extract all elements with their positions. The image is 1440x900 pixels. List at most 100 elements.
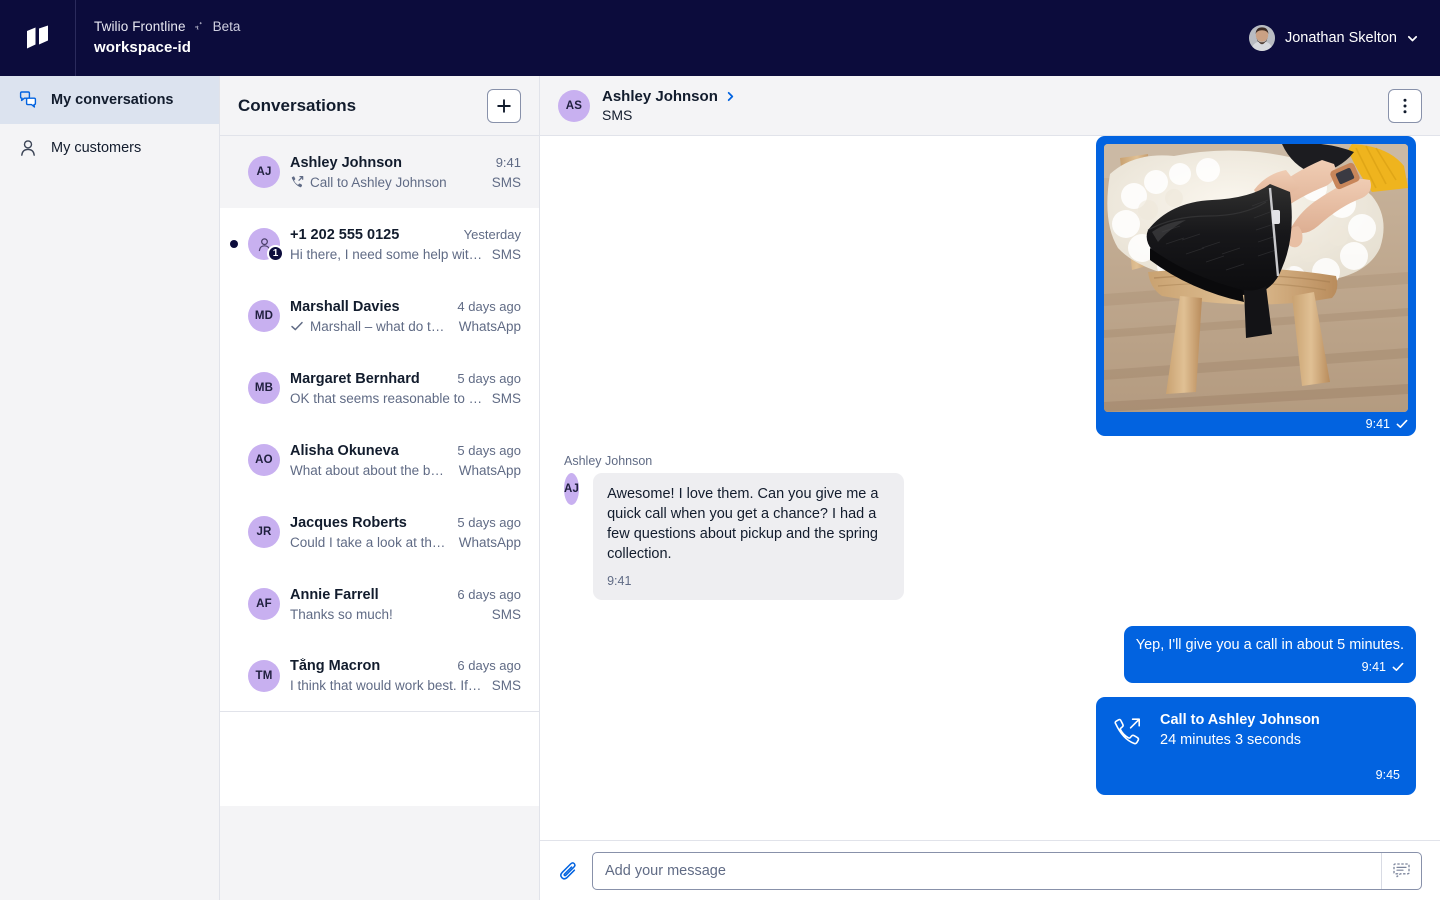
avatar-wrap: MD — [248, 300, 280, 332]
chat-header: AS Ashley Johnson SMS — [540, 76, 1440, 136]
conversation-list-item[interactable]: MB Margaret Bernhard 5 days ago OK that … — [220, 352, 539, 424]
call-summary-bubble[interactable]: Call to Ashley Johnson 24 minutes 3 seco… — [1096, 697, 1416, 795]
chat-bubbles-icon — [18, 90, 38, 110]
conversation-preview: Could I take a look at th… — [290, 535, 445, 550]
message-input[interactable] — [593, 853, 1381, 889]
outgoing-call-icon — [1112, 716, 1142, 746]
message-composer — [540, 840, 1440, 900]
avatar-initials: TM — [248, 660, 280, 692]
paperclip-icon[interactable] — [558, 860, 580, 882]
image-message-bubble[interactable]: 9:41 — [1096, 136, 1416, 436]
conversations-panel: Conversations AJ Ashley Johnso — [220, 76, 540, 900]
avatar-wrap: TM — [248, 660, 280, 692]
conversation-preview-text: Thanks so much! — [290, 607, 393, 622]
sidebar-item-label: My conversations — [51, 92, 174, 108]
brand-product-row: Twilio Frontline Beta — [94, 20, 1249, 34]
call-duration: 24 minutes 3 seconds — [1160, 730, 1320, 750]
call-title: Call to Ashley Johnson — [1160, 711, 1320, 730]
message-meta: 9:41 — [1136, 660, 1404, 677]
conversation-preview-text: Hi there, I need some help wit… — [290, 247, 482, 262]
user-menu[interactable]: Jonathan Skelton — [1249, 0, 1440, 76]
conversation-channel: SMS — [492, 607, 521, 622]
conversation-channel: WhatsApp — [459, 535, 521, 550]
avatar-initials: MD — [248, 300, 280, 332]
chat-contact-name: Ashley Johnson — [602, 88, 718, 105]
text-message-bubble[interactable]: Yep, I'll give you a call in about 5 min… — [1124, 626, 1416, 683]
conversation-list-item[interactable]: MD Marshall Davies 4 days ago — [220, 280, 539, 352]
body: My conversations My customers Conversati… — [0, 76, 1440, 900]
conversation-text: +1 202 555 0125 Yesterday Hi there, I ne… — [290, 227, 521, 262]
message-row: Ashley Johnson AJ Awesome! I love them. … — [564, 454, 1416, 600]
conversation-channel: SMS — [492, 247, 521, 262]
chevron-right-icon[interactable] — [725, 91, 736, 102]
conversation-preview: Thanks so much! — [290, 607, 393, 622]
conversation-preview: What about about the b… — [290, 463, 444, 478]
check-icon — [290, 319, 304, 333]
message-time: 9:41 — [1362, 660, 1386, 674]
chevron-down-icon — [1407, 33, 1418, 44]
avatar — [1249, 25, 1275, 51]
conversation-channel: SMS — [492, 175, 521, 190]
message-time: 9:41 — [607, 574, 631, 588]
logo-cell[interactable] — [0, 0, 76, 76]
conversation-list-item[interactable]: JR Jacques Roberts 5 days ago Could I ta… — [220, 496, 539, 568]
top-bar: Twilio Frontline Beta workspace-id — [0, 0, 1440, 76]
conversation-preview-text: Call to Ashley Johnson — [310, 175, 447, 190]
message-row: 9:41 — [564, 136, 1416, 436]
sidebar-item-my-customers[interactable]: My customers — [0, 124, 219, 172]
conversation-name: Marshall Davies — [290, 299, 400, 315]
conversation-list-item[interactable]: AO Alisha Okuneva 5 days ago What about … — [220, 424, 539, 496]
conversation-time: 5 days ago — [457, 371, 521, 386]
conversation-preview: Hi there, I need some help wit… — [290, 247, 482, 262]
conversation-list-item[interactable]: TM Tằng Macron 6 days ago I think that w… — [220, 640, 539, 712]
avatar-wrap: MB — [248, 372, 280, 404]
message-row: Call to Ashley Johnson 24 minutes 3 seco… — [564, 697, 1416, 795]
call-info: Call to Ashley Johnson 24 minutes 3 seco… — [1160, 711, 1320, 750]
conversation-time: 6 days ago — [457, 658, 521, 673]
product-name: Twilio Frontline — [94, 20, 186, 34]
conversation-preview: OK that seems reasonable to … — [290, 391, 482, 406]
frontline-app: Twilio Frontline Beta workspace-id — [0, 0, 1440, 900]
conversation-preview-text: Could I take a look at th… — [290, 535, 445, 550]
new-conversation-button[interactable] — [487, 89, 521, 123]
unread-dot — [230, 240, 238, 248]
message-sender-name: Ashley Johnson — [564, 454, 904, 468]
conversation-preview: Call to Ashley Johnson — [290, 175, 447, 190]
conversation-preview-text: I think that would work best. If… — [290, 678, 481, 693]
workspace-id: workspace-id — [94, 39, 1249, 56]
avatar-initials: AJ — [248, 156, 280, 188]
chat-header-avatar: AS — [558, 90, 590, 122]
conversation-time: 9:41 — [496, 155, 521, 170]
chat-header-left[interactable]: AS Ashley Johnson SMS — [558, 88, 736, 123]
text-message-bubble[interactable]: Awesome! I love them. Can you give me a … — [593, 473, 904, 600]
conversations-empty-space — [220, 806, 539, 900]
person-icon — [18, 138, 38, 158]
outgoing-call-icon — [290, 175, 304, 189]
conversation-text: Ashley Johnson 9:41 — [290, 155, 521, 190]
conversation-list-item[interactable]: AF Annie Farrell 6 days ago Thanks so mu… — [220, 568, 539, 640]
message-time: 9:45 — [1376, 768, 1400, 782]
avatar-wrap: AJ — [248, 156, 280, 188]
sidebar-item-my-conversations[interactable]: My conversations — [0, 76, 219, 124]
conversation-time: 5 days ago — [457, 515, 521, 530]
conversation-list-item[interactable]: 1 +1 202 555 0125 Yesterday Hi there, I … — [220, 208, 539, 280]
chat-options-button[interactable] — [1388, 89, 1422, 123]
message-template-button[interactable] — [1381, 853, 1421, 889]
conversation-preview: Marshall – what do th… — [290, 319, 451, 334]
conversation-preview-text: OK that seems reasonable to … — [290, 391, 482, 406]
message-input-wrap[interactable] — [592, 852, 1422, 890]
photo-boot-on-sheepskin-chair-image[interactable] — [1104, 144, 1408, 412]
beta-label: Beta — [213, 20, 241, 34]
avatar-wrap: 1 — [248, 228, 280, 260]
avatar-initials: MB — [248, 372, 280, 404]
conversation-name: Annie Farrell — [290, 587, 379, 603]
message-template-icon — [1392, 861, 1411, 880]
conversation-preview-text: What about about the b… — [290, 463, 444, 478]
conversation-list-item[interactable]: AJ Ashley Johnson 9:41 — [220, 136, 539, 208]
message-list[interactable]: 9:41 Ashley Johnson AJ — [540, 136, 1440, 840]
conversations-list[interactable]: AJ Ashley Johnson 9:41 — [220, 136, 539, 806]
conversation-name: Margaret Bernhard — [290, 371, 420, 387]
conversation-text: Jacques Roberts 5 days ago Could I take … — [290, 515, 521, 550]
call-row: Call to Ashley Johnson 24 minutes 3 seco… — [1112, 711, 1400, 750]
conversation-text: Margaret Bernhard 5 days ago OK that see… — [290, 371, 521, 406]
